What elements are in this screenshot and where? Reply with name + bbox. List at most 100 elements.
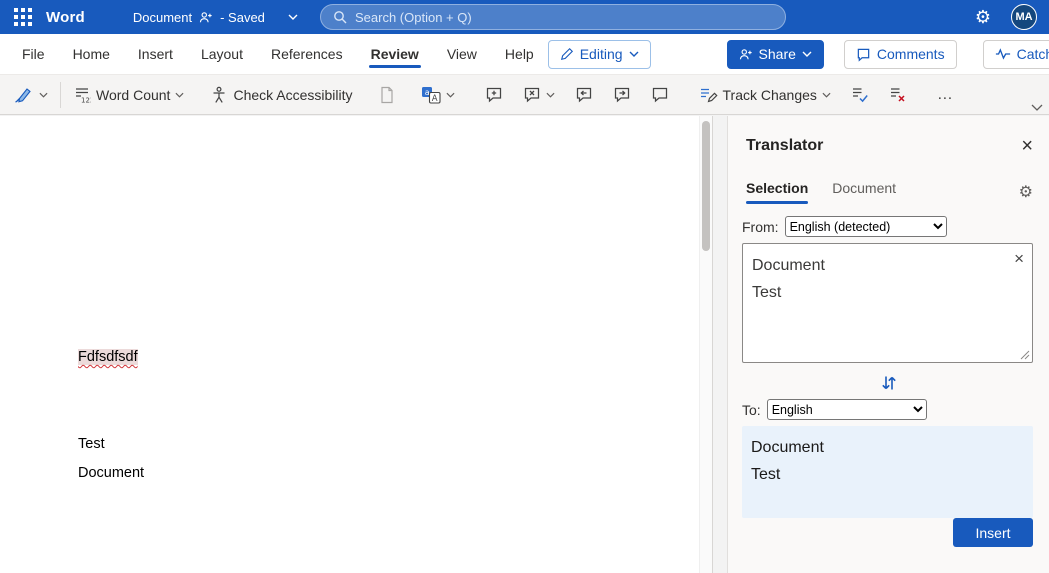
accessibility-person-icon bbox=[210, 86, 228, 104]
result-text-line: Document bbox=[751, 439, 824, 456]
previous-comment-button[interactable] bbox=[569, 79, 599, 111]
document-text-line[interactable]: Fdfsdfsdf bbox=[78, 349, 138, 365]
insert-button[interactable]: Insert bbox=[953, 518, 1033, 547]
new-comment-button[interactable] bbox=[479, 79, 509, 111]
toolbar-separator bbox=[60, 81, 61, 108]
check-accessibility-button[interactable]: Check Accessibility bbox=[204, 79, 358, 111]
document-canvas[interactable]: Fdfsdfsdf Test Document bbox=[0, 116, 713, 573]
accept-changes-button[interactable] bbox=[845, 79, 875, 111]
source-text-line: Test bbox=[752, 284, 782, 301]
collapse-ribbon-chevron-icon[interactable] bbox=[1031, 104, 1043, 111]
document-name[interactable]: Document bbox=[133, 10, 192, 25]
search-input[interactable] bbox=[355, 9, 773, 25]
share-button[interactable]: Share bbox=[726, 39, 824, 69]
settings-gear-icon[interactable]: ⚙ bbox=[975, 8, 991, 26]
tab-selection[interactable]: Selection bbox=[746, 180, 809, 204]
word-count-label: Word Count bbox=[96, 86, 171, 103]
catchup-label: Catch up bbox=[1016, 46, 1049, 62]
accept-change-icon bbox=[851, 86, 869, 103]
menu-item-file[interactable]: File bbox=[8, 34, 59, 74]
app-launcher-icon[interactable] bbox=[14, 8, 32, 26]
menu-item-references[interactable]: References bbox=[257, 34, 357, 74]
tab-document[interactable]: Document bbox=[832, 180, 896, 204]
editing-mode-button[interactable]: Editing bbox=[547, 39, 651, 69]
from-language-select[interactable]: English (detected) bbox=[784, 216, 947, 237]
reject-changes-button[interactable] bbox=[883, 79, 913, 111]
editor-pen-button[interactable] bbox=[8, 79, 54, 111]
reject-change-icon bbox=[889, 86, 907, 103]
menu-item-home[interactable]: Home bbox=[59, 34, 124, 74]
result-text-line: Test bbox=[751, 466, 781, 483]
pulse-icon bbox=[995, 48, 1011, 60]
source-text-line: Document bbox=[752, 257, 825, 274]
shared-people-icon bbox=[199, 11, 213, 24]
menu-item-view[interactable]: View bbox=[433, 34, 491, 74]
track-changes-icon bbox=[699, 86, 718, 104]
word-count-button[interactable]: 123 Word Count bbox=[67, 79, 190, 111]
translation-result-box: Document Test bbox=[742, 426, 1033, 518]
resize-handle-icon[interactable] bbox=[1020, 350, 1030, 360]
translator-settings-gear-icon[interactable]: ⚙ bbox=[1019, 182, 1033, 202]
page-icon bbox=[379, 86, 395, 104]
pencil-icon bbox=[560, 47, 574, 61]
menu-item-insert[interactable]: Insert bbox=[124, 34, 187, 74]
next-comment-button[interactable] bbox=[607, 79, 637, 111]
chevron-down-icon bbox=[445, 92, 455, 98]
svg-text:123: 123 bbox=[81, 96, 91, 104]
scrollbar-thumb[interactable] bbox=[702, 121, 710, 251]
chevron-down-icon bbox=[39, 92, 48, 98]
save-status: - Saved bbox=[220, 9, 265, 25]
document-options-chevron-icon[interactable] bbox=[288, 14, 298, 20]
more-options-button[interactable]: … bbox=[931, 79, 961, 111]
to-label: To: bbox=[742, 401, 761, 418]
translator-header: Translator × bbox=[728, 116, 1049, 156]
source-text-box[interactable]: Document Test × bbox=[742, 243, 1033, 363]
search-box[interactable] bbox=[320, 4, 786, 30]
document-text-line[interactable]: Test bbox=[78, 436, 105, 452]
delete-comment-button[interactable] bbox=[517, 79, 561, 111]
clear-source-icon[interactable]: × bbox=[1014, 250, 1024, 267]
next-comment-icon bbox=[613, 86, 631, 103]
translator-panel: Translator × Selection Document ⚙ From: … bbox=[727, 116, 1049, 573]
translate-button[interactable]: aA bbox=[415, 79, 461, 111]
swap-languages-icon[interactable] bbox=[879, 373, 899, 393]
menu-actions-group: Editing Share Comments Catc bbox=[547, 39, 1049, 69]
menu-bar: File Home Insert Layout References Revie… bbox=[0, 34, 1049, 75]
chevron-down-icon bbox=[175, 92, 184, 98]
show-comments-button[interactable] bbox=[645, 79, 675, 111]
close-icon[interactable]: × bbox=[1021, 136, 1033, 156]
chevron-down-icon bbox=[545, 92, 555, 98]
document-text-line[interactable]: Document bbox=[78, 465, 144, 481]
app-name[interactable]: Word bbox=[46, 9, 85, 26]
previous-comment-icon bbox=[575, 86, 593, 103]
comments-button[interactable]: Comments bbox=[843, 39, 957, 69]
topbar-right-group: ⚙ MA bbox=[975, 4, 1037, 30]
track-changes-button[interactable]: Track Changes bbox=[693, 79, 837, 111]
top-bar: Word Document - Saved ⚙ MA bbox=[0, 0, 1049, 34]
comments-label: Comments bbox=[876, 46, 945, 62]
editing-label: Editing bbox=[579, 46, 623, 62]
chevron-down-icon bbox=[802, 51, 812, 57]
avatar[interactable]: MA bbox=[1011, 4, 1037, 30]
delete-comment-icon bbox=[523, 86, 541, 103]
track-changes-label: Track Changes bbox=[722, 86, 817, 103]
catch-up-button[interactable]: Catch up bbox=[982, 39, 1049, 69]
to-language-select[interactable]: English bbox=[766, 399, 927, 420]
page-icon-button[interactable] bbox=[373, 79, 401, 111]
new-comment-icon bbox=[485, 86, 503, 103]
check-accessibility-label: Check Accessibility bbox=[233, 86, 353, 103]
vertical-scrollbar[interactable] bbox=[699, 116, 712, 573]
ribbon-toolbar: 123 Word Count Check Accessibility aA bbox=[0, 75, 1049, 115]
menu-item-help[interactable]: Help bbox=[491, 34, 548, 74]
share-people-icon bbox=[739, 48, 753, 61]
comment-bubble-icon bbox=[856, 47, 871, 62]
menu-item-review[interactable]: Review bbox=[357, 34, 433, 74]
translate-icon: aA bbox=[421, 86, 441, 104]
menu-item-layout[interactable]: Layout bbox=[187, 34, 257, 74]
swap-row bbox=[728, 363, 1049, 393]
show-comments-icon bbox=[651, 86, 669, 103]
editor-pen-icon bbox=[14, 86, 34, 104]
from-label: From: bbox=[742, 218, 779, 235]
document-title-group[interactable]: Document - Saved bbox=[133, 10, 298, 25]
word-count-icon: 123 bbox=[73, 86, 91, 104]
